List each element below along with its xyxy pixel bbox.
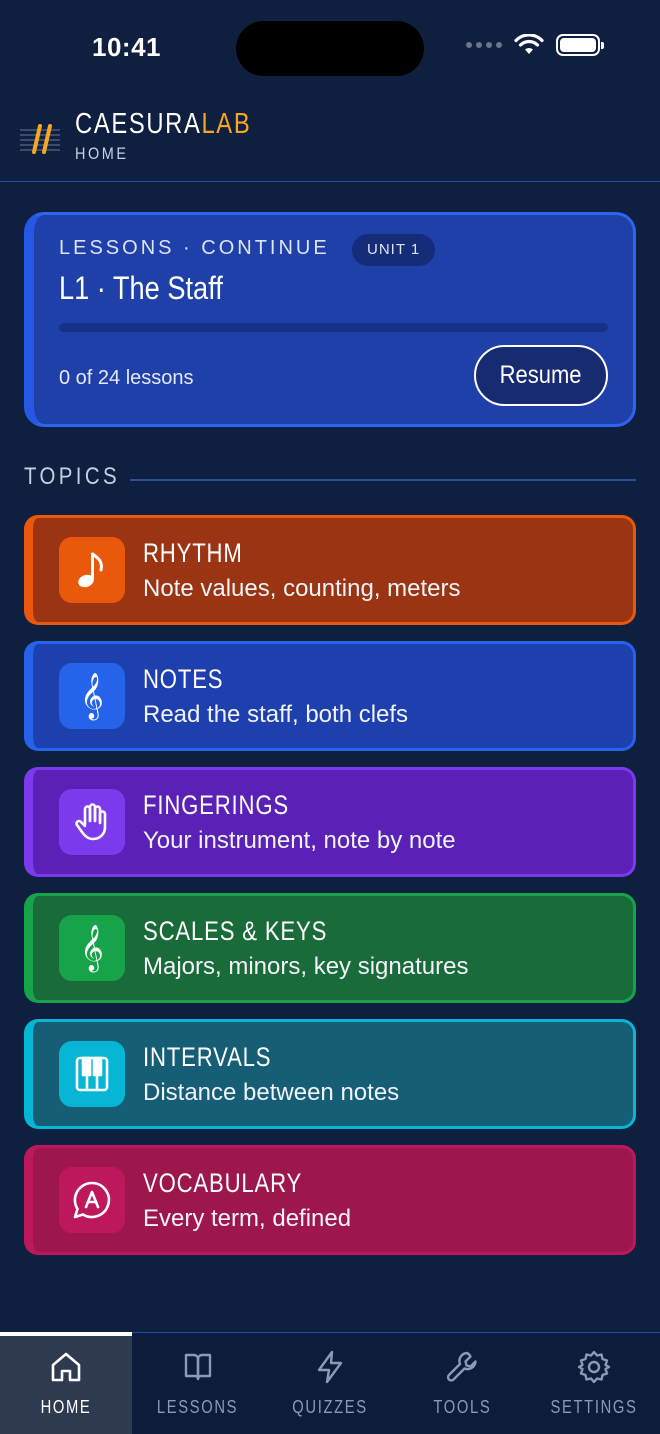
tab-label: QUIZZES — [292, 1397, 368, 1417]
battery-icon — [556, 34, 604, 56]
wrench-icon — [446, 1351, 477, 1382]
topic-name: SCALES & KEYS — [143, 916, 328, 946]
tab-label: LESSONS — [157, 1397, 239, 1417]
status-indicators — [466, 34, 604, 56]
topic-description: Your instrument, note by note — [143, 827, 456, 854]
topic-description: Majors, minors, key signatures — [143, 953, 469, 980]
tab-label: TOOLS — [433, 1397, 491, 1417]
topic-name: INTERVALS — [143, 1042, 272, 1072]
treble-clef-icon: 𝄞 — [59, 663, 125, 729]
continue-lesson-card[interactable]: LESSONS · CONTINUE UNIT 1 L1 · The Staff… — [24, 212, 636, 427]
tab-tools[interactable]: TOOLS — [396, 1333, 528, 1434]
treble-clef-icon: 𝄞 — [59, 915, 125, 981]
lesson-progress-text: 0 of 24 lessons — [59, 367, 194, 389]
topics-divider — [130, 479, 636, 481]
topic-name: FINGERINGS — [143, 790, 289, 820]
book-icon — [184, 1353, 212, 1381]
lightning-icon — [317, 1350, 343, 1384]
topic-name: NOTES — [143, 664, 224, 694]
tab-quizzes[interactable]: QUIZZES — [264, 1333, 396, 1434]
topic-card-vocabulary[interactable]: VOCABULARY Every term, defined — [24, 1145, 636, 1255]
topic-description: Every term, defined — [143, 1205, 352, 1232]
speech-bubble-a-icon — [59, 1167, 125, 1233]
tab-label: SETTINGS — [550, 1397, 638, 1417]
dynamic-island — [236, 21, 424, 76]
topic-card-intervals[interactable]: INTERVALS Distance between notes — [24, 1019, 636, 1129]
topic-description: Note values, counting, meters — [143, 575, 461, 602]
topic-card-notes[interactable]: 𝄞 NOTES Read the staff, both clefs — [24, 641, 636, 751]
lesson-progress-bar — [59, 323, 608, 332]
hand-icon — [59, 789, 125, 855]
home-icon — [51, 1352, 81, 1382]
topics-heading: TOPICS — [24, 463, 120, 490]
gear-icon — [577, 1350, 611, 1384]
bottom-tab-bar: HOME LESSONS QUIZZES TOOLS SETTINGS — [0, 1331, 660, 1434]
topic-name: VOCABULARY — [143, 1168, 303, 1198]
resume-button[interactable]: Resume — [474, 345, 608, 406]
wifi-icon — [514, 34, 544, 54]
tab-label: HOME — [40, 1397, 92, 1417]
continue-eyebrow: LESSONS · CONTINUE — [59, 237, 330, 259]
status-time: 10:41 — [92, 32, 161, 62]
unit-badge: UNIT 1 — [352, 234, 436, 266]
tab-settings[interactable]: SETTINGS — [528, 1333, 660, 1434]
tab-lessons[interactable]: LESSONS — [132, 1333, 264, 1434]
cellular-signal-icon — [466, 42, 502, 48]
brand-name: CAESURALAB — [75, 108, 252, 140]
topic-name: RHYTHM — [143, 538, 243, 568]
tab-home[interactable]: HOME — [0, 1331, 132, 1434]
lesson-title: L1 · The Staff — [59, 270, 223, 306]
music-note-icon — [59, 537, 125, 603]
topic-card-rhythm[interactable]: RHYTHM Note values, counting, meters — [24, 515, 636, 625]
piano-keys-icon — [59, 1041, 125, 1107]
topic-card-fingerings[interactable]: FINGERINGS Your instrument, note by note — [24, 767, 636, 877]
topic-card-scales-keys[interactable]: 𝄞 SCALES & KEYS Majors, minors, key sign… — [24, 893, 636, 1003]
caesura-logo-icon — [20, 124, 60, 154]
page-title: HOME — [75, 144, 129, 163]
status-bar: 10:41 — [0, 0, 660, 96]
topic-description: Distance between notes — [143, 1079, 400, 1106]
topic-description: Read the staff, both clefs — [143, 701, 409, 728]
app-header: CAESURALAB HOME — [0, 100, 660, 182]
